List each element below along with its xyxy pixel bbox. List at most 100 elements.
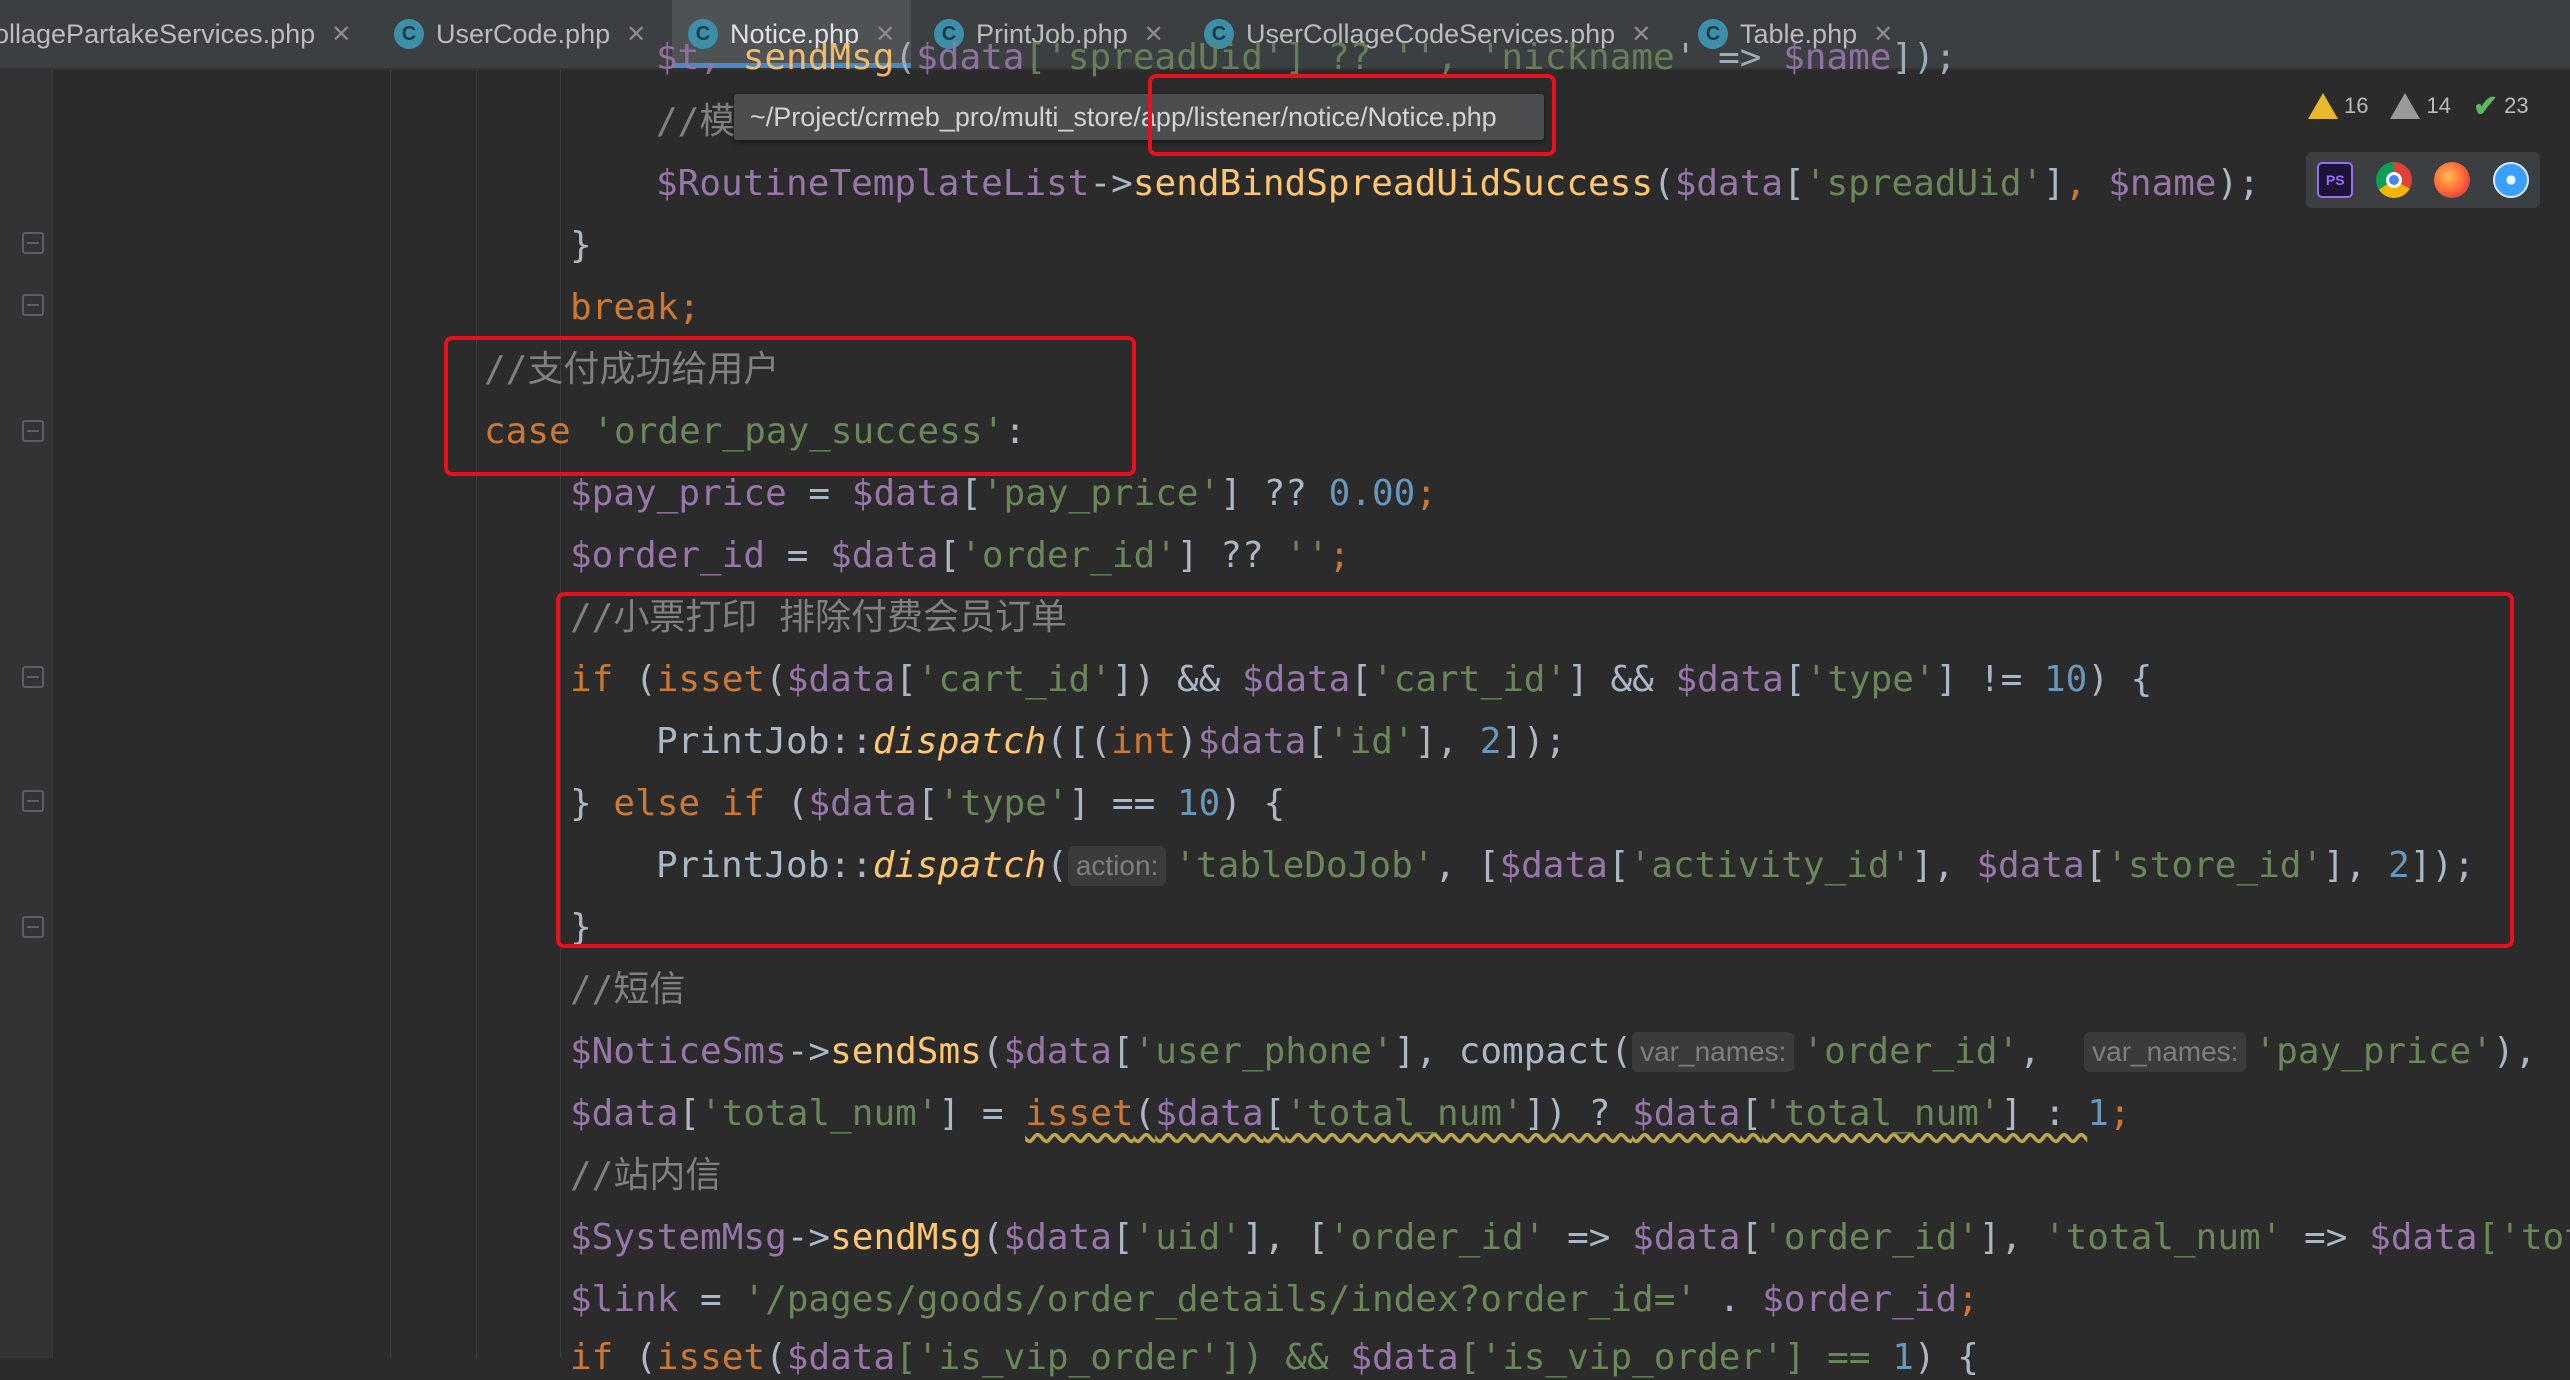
code-token: $data	[1003, 1217, 1112, 1258]
code-token: 'order_id'	[1762, 1217, 1979, 1258]
code-token: [	[1740, 1093, 1763, 1134]
fold-marker-icon[interactable]	[22, 232, 44, 254]
code-token: (	[786, 783, 809, 824]
code-token: $data	[916, 37, 1025, 78]
parameter-hint: action:	[1067, 846, 1167, 886]
code-line: }	[570, 906, 592, 950]
code-token: $data	[1499, 845, 1608, 886]
code-token: 1	[2087, 1093, 2109, 1134]
code-comment: //支付成功给用户	[484, 349, 780, 390]
warnings-count: 16	[2344, 93, 2369, 118]
tab-label: UserCode.php	[436, 18, 611, 49]
code-token: ],	[1911, 845, 1977, 886]
code-token: 10	[2043, 659, 2088, 700]
code-token: ->	[786, 1031, 831, 1072]
code-token: (	[981, 1217, 1004, 1258]
code-token: $data	[786, 659, 896, 700]
code-token: [	[1783, 163, 1805, 204]
code-token: ),	[2492, 1031, 2537, 1072]
code-token: ] ==	[1068, 783, 1177, 824]
code-token: =	[765, 535, 831, 576]
code-token: [	[1783, 659, 1806, 700]
weak-warnings-counter[interactable]: 14	[2390, 93, 2451, 119]
code-token: dispatch	[872, 721, 1047, 762]
parameter-hint: var_names:	[1632, 1032, 1795, 1072]
close-icon[interactable]: ✕	[331, 20, 351, 49]
code-token: ->	[1089, 163, 1133, 204]
code-token: 'total_num'	[1762, 1093, 2001, 1134]
code-token: ],	[1414, 721, 1480, 762]
code-line: //支付成功给用户	[484, 348, 779, 392]
fold-marker-icon[interactable]	[22, 790, 44, 812]
parameter-hint: var_names:	[2084, 1032, 2247, 1072]
code-token: '/pages/goods/order_details/index?order_…	[743, 1279, 1698, 1320]
code-token: $data	[1976, 845, 2085, 886]
code-token: $SystemMsg	[570, 1217, 787, 1258]
code-token: PrintJob	[656, 845, 830, 886]
code-token: ''	[1285, 535, 1329, 576]
code-token: =>	[2282, 1217, 2370, 1258]
code-token: 'store_id'	[2106, 845, 2324, 886]
code-token: [	[678, 1093, 701, 1134]
chrome-icon[interactable]	[2375, 162, 2412, 198]
code-token: ] =	[938, 1093, 1026, 1134]
code-token: tot	[2520, 1217, 2570, 1258]
code-token: [	[1350, 659, 1373, 700]
code-token: [	[2084, 845, 2107, 886]
code-token: [	[960, 473, 982, 514]
tab-collage-partake-services[interactable]: ollagePartakeServices.php ✕	[0, 0, 351, 68]
code-editor[interactable]: $t, sendMsg($data['spreadUid'] ?? '', 'n…	[0, 0, 2570, 1378]
code-line: $order_id = $data['order_id'] ?? '';	[570, 534, 1350, 578]
code-token: 'total_num'	[2043, 1217, 2283, 1258]
code-token: $pay_price	[570, 473, 787, 514]
code-token: nickname	[1501, 37, 1675, 78]
highlight-box-print-block	[556, 592, 2514, 948]
weak-warning-icon	[2390, 93, 2421, 119]
code-token: [	[1607, 845, 1630, 886]
inspection-widget[interactable]: 16 14 ✔ 23	[2308, 86, 2529, 126]
code-token: (	[981, 1031, 1004, 1072]
code-token: [	[1306, 721, 1328, 762]
code-token: , [	[1434, 845, 1500, 886]
firefox-icon[interactable]	[2434, 162, 2471, 198]
tab-user-code[interactable]: C UserCode.php ✕	[394, 0, 646, 68]
code-comment: //站内信	[570, 1155, 722, 1196]
code-token: )	[1176, 721, 1198, 762]
code-token: 10	[1176, 783, 1221, 824]
code-token: ,	[2019, 1031, 2085, 1072]
code-line: $data['total_num'] = isset($data['total_…	[570, 1092, 2131, 1136]
code-token: [	[938, 535, 961, 576]
code-line: //站内信	[570, 1154, 721, 1198]
code-token: 0.00	[1328, 473, 1416, 514]
editor-gutter[interactable]	[0, 70, 53, 1358]
code-token: ::	[829, 845, 873, 886]
code-token: 'order_id'	[1328, 1217, 1546, 1258]
code-token: isset	[656, 659, 766, 700]
code-line: $SystemMsg->sendMsg($data['uid'], ['orde…	[570, 1216, 2570, 1260]
safari-icon[interactable]	[2492, 162, 2529, 198]
fold-marker-icon[interactable]	[22, 294, 44, 316]
code-token: ]	[2043, 163, 2065, 204]
code-token: $NoticeSms	[570, 1031, 787, 1072]
indent-guide	[390, 70, 391, 1358]
close-icon[interactable]: ✕	[626, 20, 646, 49]
code-token: ->	[786, 1217, 831, 1258]
code-token: spreadUid	[1067, 37, 1263, 78]
indent-guide	[560, 70, 561, 1358]
fold-marker-icon[interactable]	[22, 666, 44, 688]
fold-marker-icon[interactable]	[22, 420, 44, 442]
code-token: 'cart_id'	[916, 659, 1112, 700]
code-token: :	[1004, 411, 1026, 452]
typos-counter[interactable]: ✔ 23	[2473, 89, 2529, 124]
code-token: compact(	[1458, 1031, 1633, 1072]
warnings-counter[interactable]: 16	[2308, 93, 2368, 119]
code-token: ], [	[1241, 1217, 1329, 1258]
code-token: 'type'	[938, 783, 1069, 824]
code-line: $t, sendMsg($data['spreadUid'] ?? '', 'n…	[656, 36, 1957, 80]
code-token: .	[1697, 1279, 1763, 1320]
fold-marker-icon[interactable]	[22, 916, 44, 938]
code-token: ;	[1415, 473, 1438, 514]
phpstorm-icon[interactable]: PS	[2317, 162, 2354, 198]
code-token: dispatch	[872, 845, 1047, 886]
code-token: ] &&	[1567, 659, 1676, 700]
